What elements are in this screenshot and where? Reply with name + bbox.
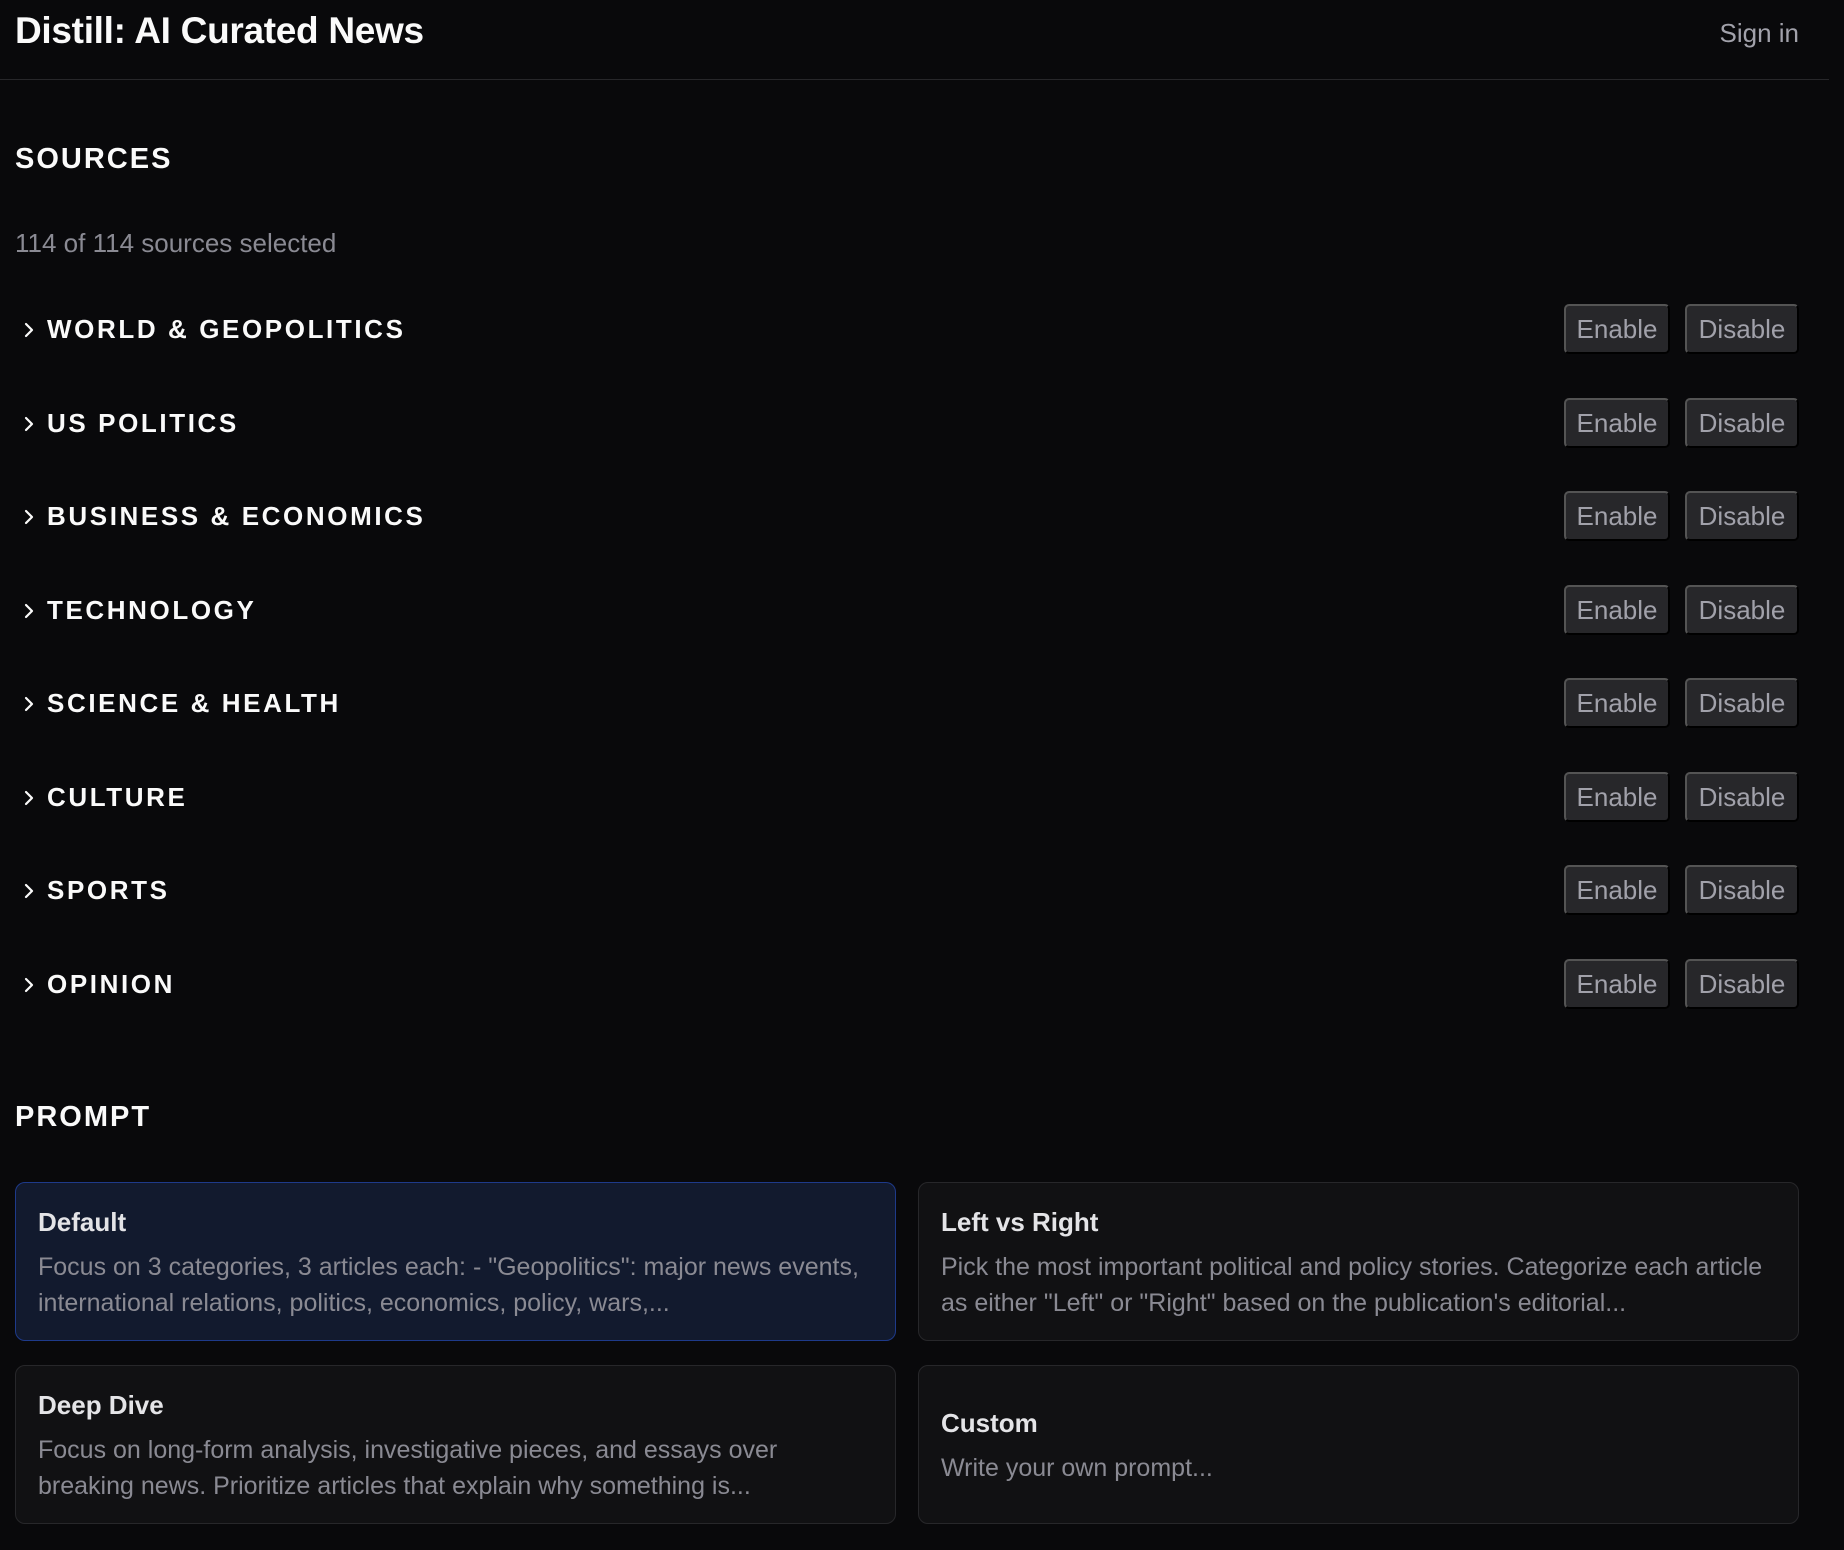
- category-row-science-health: SCIENCE & HEALTH Enable Disable: [15, 678, 1799, 730]
- prompt-card-description: Write your own prompt...: [941, 1454, 1213, 1482]
- category-label[interactable]: CULTURE: [47, 782, 187, 813]
- chevron-right-icon[interactable]: [17, 879, 41, 903]
- chevron-right-icon[interactable]: [17, 692, 41, 716]
- category-label[interactable]: WORLD & GEOPOLITICS: [47, 314, 406, 345]
- prompt-card-title: Left vs Right: [941, 1207, 1099, 1237]
- disable-button[interactable]: Disable: [1685, 491, 1799, 541]
- category-label[interactable]: SCIENCE & HEALTH: [47, 688, 341, 719]
- enable-button[interactable]: Enable: [1564, 959, 1670, 1009]
- category-label[interactable]: TECHNOLOGY: [47, 595, 256, 626]
- prompt-card-title: Custom: [941, 1408, 1038, 1438]
- category-row-sports: SPORTS Enable Disable: [15, 865, 1799, 917]
- prompt-card-description: Pick the most important political and po…: [941, 1253, 1763, 1317]
- chevron-right-icon[interactable]: [17, 505, 41, 529]
- prompt-heading: PROMPT: [15, 1101, 152, 1133]
- prompt-card-description: Focus on long-form analysis, investigati…: [38, 1436, 778, 1500]
- category-row-culture: CULTURE Enable Disable: [15, 772, 1799, 824]
- enable-button[interactable]: Enable: [1564, 398, 1670, 448]
- category-label[interactable]: SPORTS: [47, 875, 170, 906]
- disable-button[interactable]: Disable: [1685, 304, 1799, 354]
- sources-heading: SOURCES: [15, 143, 173, 175]
- chevron-right-icon[interactable]: [17, 318, 41, 342]
- disable-button[interactable]: Disable: [1685, 585, 1799, 635]
- disable-button[interactable]: Disable: [1685, 398, 1799, 448]
- enable-button[interactable]: Enable: [1564, 772, 1670, 822]
- enable-button[interactable]: Enable: [1564, 585, 1670, 635]
- category-label[interactable]: OPINION: [47, 969, 175, 1000]
- enable-button[interactable]: Enable: [1564, 491, 1670, 541]
- category-label[interactable]: US POLITICS: [47, 408, 239, 439]
- disable-button[interactable]: Disable: [1685, 959, 1799, 1009]
- disable-button[interactable]: Disable: [1685, 678, 1799, 728]
- prompt-card-title: Deep Dive: [38, 1390, 164, 1420]
- prompt-card-deep-dive[interactable]: Deep Dive Focus on long-form analysis, i…: [15, 1365, 896, 1524]
- prompt-card-left-vs-right[interactable]: Left vs Right Pick the most important po…: [918, 1182, 1799, 1341]
- prompt-card-title: Default: [38, 1207, 127, 1237]
- category-row-technology: TECHNOLOGY Enable Disable: [15, 585, 1799, 637]
- category-row-opinion: OPINION Enable Disable: [15, 959, 1799, 1011]
- prompt-card-description: Focus on 3 categories, 3 articles each: …: [38, 1253, 859, 1317]
- chevron-right-icon[interactable]: [17, 973, 41, 997]
- sources-selected-count: 114 of 114 sources selected: [15, 228, 337, 258]
- top-bar: Distill: AI Curated News Sign in: [0, 0, 1829, 80]
- chevron-right-icon[interactable]: [17, 786, 41, 810]
- enable-button[interactable]: Enable: [1564, 304, 1670, 354]
- sign-in-link[interactable]: Sign in: [1720, 18, 1800, 49]
- chevron-right-icon[interactable]: [17, 412, 41, 436]
- prompt-card-custom[interactable]: Custom Write your own prompt...: [918, 1365, 1799, 1524]
- category-label[interactable]: BUSINESS & ECONOMICS: [47, 501, 426, 532]
- prompt-card-default[interactable]: Default Focus on 3 categories, 3 article…: [15, 1182, 896, 1341]
- category-row-business-economics: BUSINESS & ECONOMICS Enable Disable: [15, 491, 1799, 543]
- enable-button[interactable]: Enable: [1564, 865, 1670, 915]
- app-title: Distill: AI Curated News: [15, 10, 424, 51]
- chevron-right-icon[interactable]: [17, 599, 41, 623]
- enable-button[interactable]: Enable: [1564, 678, 1670, 728]
- disable-button[interactable]: Disable: [1685, 772, 1799, 822]
- category-row-us-politics: US POLITICS Enable Disable: [15, 398, 1799, 450]
- disable-button[interactable]: Disable: [1685, 865, 1799, 915]
- category-row-world-geopolitics: WORLD & GEOPOLITICS Enable Disable: [15, 304, 1799, 356]
